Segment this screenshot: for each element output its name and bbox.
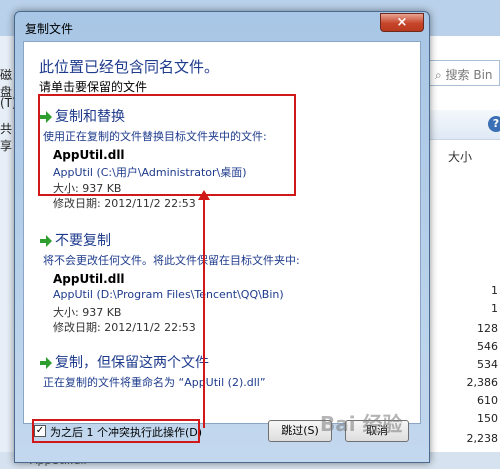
green-arrow-icon bbox=[40, 235, 52, 247]
option-dont-copy[interactable]: 不要复制 将不会更改任何文件。将此文件保留在目标文件夹中: AppUtil.dl… bbox=[39, 230, 409, 334]
file-name: AppUtil.dll bbox=[53, 272, 125, 286]
size-cell: 546 bbox=[477, 340, 498, 353]
annotation-box-option bbox=[38, 94, 296, 196]
size-cell: 1 bbox=[491, 302, 498, 315]
option-title: 不要复制 bbox=[55, 233, 111, 249]
close-button[interactable]: × bbox=[380, 13, 424, 32]
size-column-header[interactable]: 大小 bbox=[448, 148, 472, 165]
option-description: 将不会更改任何文件。将此文件保留在目标文件夹中: bbox=[43, 254, 300, 267]
size-cell: 128 bbox=[477, 322, 498, 335]
search-placeholder: 搜索 Bin bbox=[445, 68, 493, 82]
dialog-subheading: 请单击要保留的文件 bbox=[39, 80, 148, 94]
file-modified: 修改日期: 2012/11/2 22:53 bbox=[53, 321, 196, 334]
size-cell: 534 bbox=[477, 358, 498, 371]
option-title: 复制，但保留这两个文件 bbox=[55, 355, 209, 371]
size-cell: 2,386 bbox=[466, 376, 499, 389]
help-icon[interactable]: ? bbox=[488, 116, 500, 132]
option-keep-both[interactable]: 复制，但保留这两个文件 正在复制的文件将重命名为 “AppUtil (2).dl… bbox=[39, 352, 409, 392]
size-cell: 150 bbox=[477, 412, 498, 425]
watermark-logo: Bai 经验 bbox=[320, 412, 403, 436]
size-cell: 610 bbox=[477, 394, 498, 407]
background-toolbar: ? bbox=[428, 110, 500, 140]
file-modified: 修改日期: 2012/11/2 22:53 bbox=[53, 197, 196, 210]
search-icon: ⌕ bbox=[435, 68, 446, 82]
copy-file-dialog: 复制文件 × 此位置已经包含同名文件。 请单击要保留的文件 复制和替换 使用正在… bbox=[14, 11, 430, 463]
annotation-box-checkbox bbox=[32, 419, 200, 443]
green-arrow-icon bbox=[40, 357, 52, 369]
search-input[interactable]: ⌕ 搜索 Bin bbox=[428, 60, 500, 86]
option-description: 正在复制的文件将重命名为 “AppUtil (2).dll” bbox=[43, 376, 266, 389]
file-size: 大小: 937 KB bbox=[53, 306, 122, 319]
file-path: AppUtil (D:\Program Files\Tencent\QQ\Bin… bbox=[53, 288, 284, 301]
dialog-heading: 此位置已经包含同名文件。 bbox=[39, 58, 220, 76]
close-icon: × bbox=[396, 15, 408, 30]
size-cell: 2,238 bbox=[466, 432, 499, 445]
dialog-title: 复制文件 bbox=[25, 22, 74, 36]
annotation-arrowhead bbox=[198, 190, 210, 200]
size-cell: 1 bbox=[491, 284, 498, 297]
annotation-arrow-line bbox=[203, 196, 205, 428]
